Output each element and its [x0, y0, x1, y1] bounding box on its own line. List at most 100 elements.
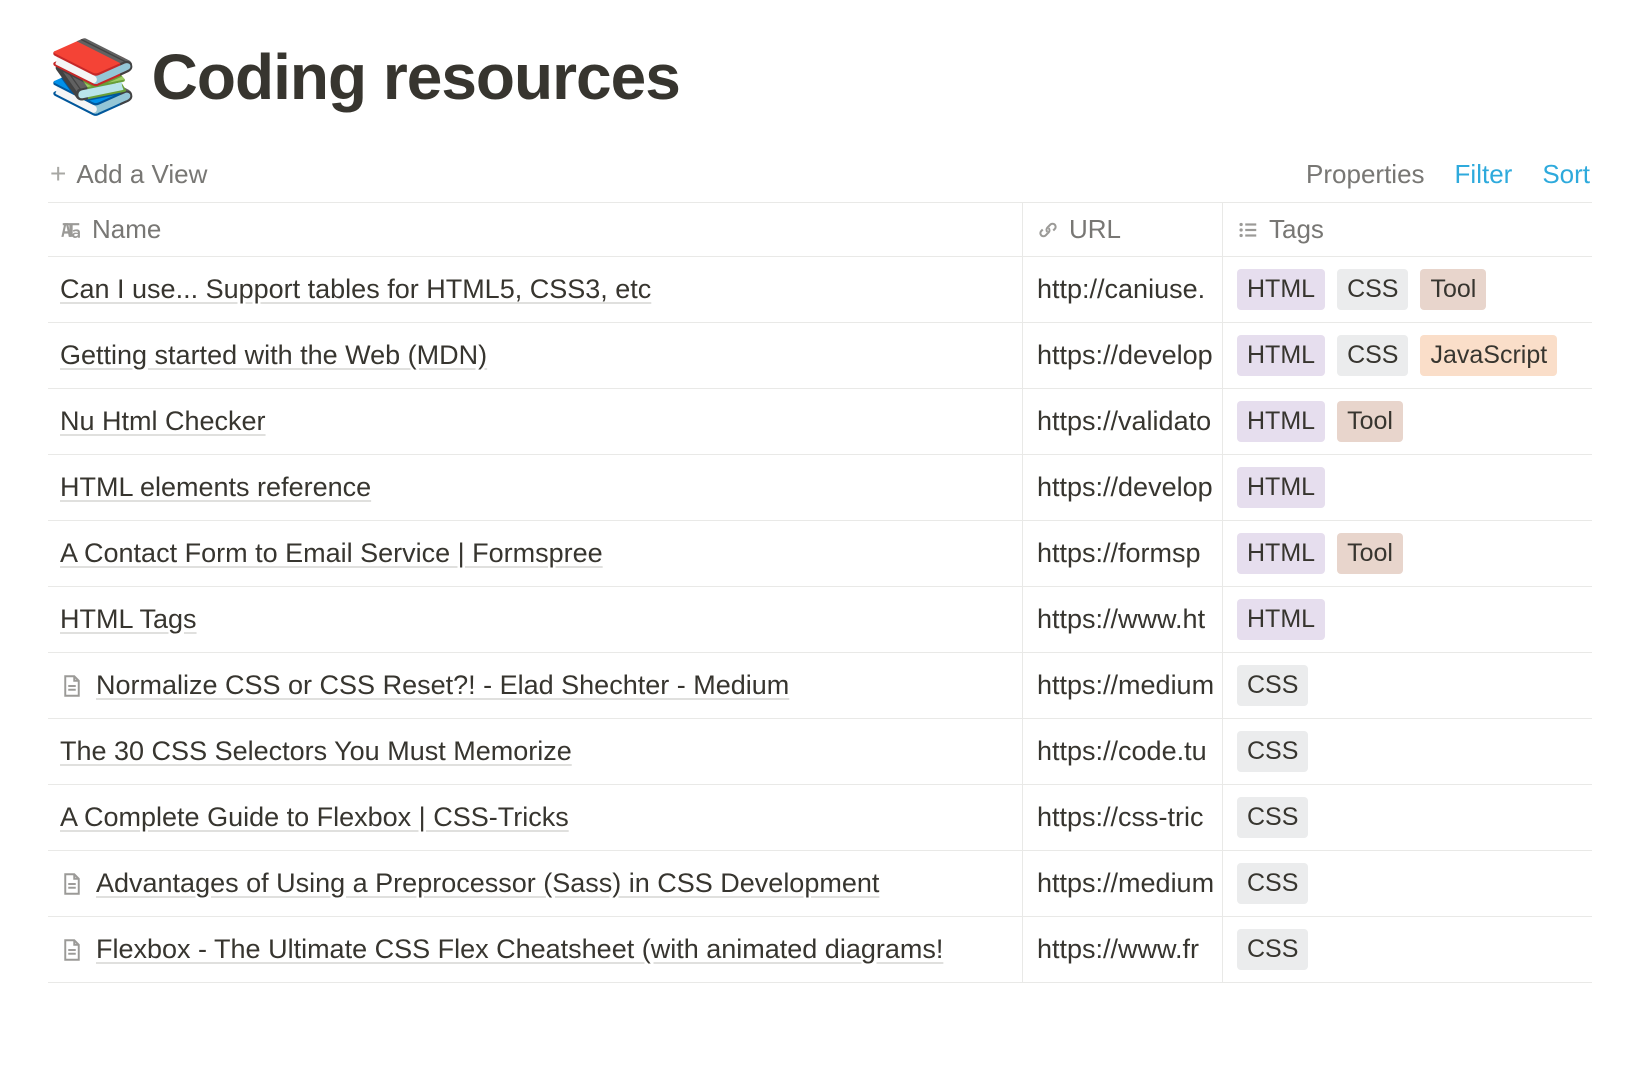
row-name: Normalize CSS or CSS Reset?! - Elad Shec… — [96, 670, 789, 701]
tag-badge: HTML — [1237, 599, 1325, 640]
table-row[interactable]: Can I use... Support tables for HTML5, C… — [48, 257, 1592, 323]
tag-badge: HTML — [1237, 401, 1325, 442]
row-name: Can I use... Support tables for HTML5, C… — [60, 274, 651, 305]
table-row[interactable]: The 30 CSS Selectors You Must Memorize ht… — [48, 719, 1592, 785]
cell-tags[interactable]: HTML — [1223, 587, 1592, 652]
page-icon — [60, 872, 84, 896]
text-property-icon — [60, 219, 82, 241]
table-row[interactable]: Nu Html Checker https://validato HTML Tool — [48, 389, 1592, 455]
row-url: https://develop — [1037, 340, 1213, 371]
cell-tags[interactable]: CSS — [1223, 785, 1592, 850]
tag-badge: CSS — [1237, 929, 1308, 970]
filter-button[interactable]: Filter — [1455, 159, 1513, 190]
page-title[interactable]: Coding resources — [152, 40, 680, 114]
cell-name[interactable]: A Complete Guide to Flexbox | CSS-Tricks — [48, 785, 1023, 850]
row-name: Advantages of Using a Preprocessor (Sass… — [96, 868, 879, 899]
cell-name[interactable]: The 30 CSS Selectors You Must Memorize — [48, 719, 1023, 784]
table-row[interactable]: Normalize CSS or CSS Reset?! - Elad Shec… — [48, 653, 1592, 719]
row-url: http://caniuse. — [1037, 274, 1205, 305]
cell-name[interactable]: Can I use... Support tables for HTML5, C… — [48, 257, 1023, 322]
cell-url[interactable]: https://css-tric — [1023, 785, 1223, 850]
cell-name[interactable]: HTML elements reference — [48, 455, 1023, 520]
column-header-url[interactable]: URL — [1023, 203, 1223, 256]
plus-icon: + — [50, 158, 66, 190]
column-header-tags[interactable]: Tags — [1223, 203, 1592, 256]
add-view-label: Add a View — [76, 159, 207, 190]
cell-tags[interactable]: HTMLCSSJavaScript — [1223, 323, 1592, 388]
tag-badge: CSS — [1237, 797, 1308, 838]
tag-badge: CSS — [1337, 335, 1408, 376]
tag-badge: HTML — [1237, 533, 1325, 574]
cell-tags[interactable]: HTML Tool — [1223, 389, 1592, 454]
column-url-label: URL — [1069, 214, 1121, 245]
cell-url[interactable]: http://caniuse. — [1023, 257, 1223, 322]
tag-badge: HTML — [1237, 335, 1325, 376]
cell-name[interactable]: Flexbox - The Ultimate CSS Flex Cheatshe… — [48, 917, 1023, 982]
multiselect-property-icon — [1237, 219, 1259, 241]
cell-name[interactable]: Nu Html Checker — [48, 389, 1023, 454]
row-url: https://css-tric — [1037, 802, 1204, 833]
table-row[interactable]: Advantages of Using a Preprocessor (Sass… — [48, 851, 1592, 917]
cell-url[interactable]: https://code.tu — [1023, 719, 1223, 784]
cell-tags[interactable]: HTML CSS Tool — [1223, 257, 1592, 322]
cell-url[interactable]: https://www.fr — [1023, 917, 1223, 982]
cell-tags[interactable]: HTML — [1223, 455, 1592, 520]
tag-badge: HTML — [1237, 269, 1325, 310]
row-name: HTML Tags — [60, 604, 197, 635]
cell-name[interactable]: A Contact Form to Email Service | Formsp… — [48, 521, 1023, 586]
table-row[interactable]: Getting started with the Web (MDN) https:… — [48, 323, 1592, 389]
row-url: https://www.ht — [1037, 604, 1205, 635]
add-view-button[interactable]: + Add a View — [50, 158, 207, 190]
cell-url[interactable]: https://validato — [1023, 389, 1223, 454]
table-row[interactable]: A Complete Guide to Flexbox | CSS-Tricks… — [48, 785, 1592, 851]
cell-tags[interactable]: HTML Tool — [1223, 521, 1592, 586]
cell-name[interactable]: HTML Tags — [48, 587, 1023, 652]
cell-name[interactable]: Getting started with the Web (MDN) — [48, 323, 1023, 388]
table-row[interactable]: HTML Tags https://www.ht HTML — [48, 587, 1592, 653]
view-toolbar: + Add a View Properties Filter Sort — [48, 158, 1592, 190]
books-icon[interactable]: 📚 — [48, 41, 138, 113]
column-header-name[interactable]: Name — [48, 203, 1023, 256]
cell-name[interactable]: Normalize CSS or CSS Reset?! - Elad Shec… — [48, 653, 1023, 718]
table-row[interactable]: A Contact Form to Email Service | Formsp… — [48, 521, 1592, 587]
tag-badge: Tool — [1420, 269, 1486, 310]
page-header: 📚 Coding resources — [48, 40, 1592, 114]
table-row[interactable]: Flexbox - The Ultimate CSS Flex Cheatshe… — [48, 917, 1592, 983]
row-url: https://medium — [1037, 670, 1214, 701]
row-url: https://www.fr — [1037, 934, 1199, 965]
page-icon — [60, 674, 84, 698]
tag-badge: Tool — [1337, 533, 1403, 574]
table-body: Can I use... Support tables for HTML5, C… — [48, 257, 1592, 983]
link-property-icon — [1037, 219, 1059, 241]
cell-name[interactable]: Advantages of Using a Preprocessor (Sass… — [48, 851, 1023, 916]
row-name: Flexbox - The Ultimate CSS Flex Cheatshe… — [96, 934, 943, 965]
table-row[interactable]: HTML elements reference https://develop HT… — [48, 455, 1592, 521]
cell-tags[interactable]: CSS — [1223, 851, 1592, 916]
row-name: The 30 CSS Selectors You Must Memorize — [60, 736, 572, 767]
row-url: https://develop — [1037, 472, 1213, 503]
table-header-row: Name URL Tags — [48, 202, 1592, 257]
tag-badge: CSS — [1237, 731, 1308, 772]
sort-button[interactable]: Sort — [1542, 159, 1590, 190]
row-name: Getting started with the Web (MDN) — [60, 340, 487, 371]
cell-tags[interactable]: CSS — [1223, 653, 1592, 718]
cell-url[interactable]: https://www.ht — [1023, 587, 1223, 652]
cell-url[interactable]: https://develop — [1023, 455, 1223, 520]
page-icon — [60, 938, 84, 962]
cell-tags[interactable]: CSS — [1223, 719, 1592, 784]
cell-url[interactable]: https://medium — [1023, 851, 1223, 916]
row-url: https://medium — [1037, 868, 1214, 899]
row-name: HTML elements reference — [60, 472, 371, 503]
properties-button[interactable]: Properties — [1306, 159, 1425, 190]
row-name: A Contact Form to Email Service | Formsp… — [60, 538, 603, 569]
cell-tags[interactable]: CSS — [1223, 917, 1592, 982]
cell-url[interactable]: https://develop — [1023, 323, 1223, 388]
tag-badge: Tool — [1337, 401, 1403, 442]
tag-badge: CSS — [1237, 665, 1308, 706]
tag-badge: CSS — [1337, 269, 1408, 310]
row-url: https://validato — [1037, 406, 1211, 437]
row-name: A Complete Guide to Flexbox | CSS-Tricks — [60, 802, 569, 833]
cell-url[interactable]: https://formsp — [1023, 521, 1223, 586]
row-url: https://formsp — [1037, 538, 1201, 569]
cell-url[interactable]: https://medium — [1023, 653, 1223, 718]
